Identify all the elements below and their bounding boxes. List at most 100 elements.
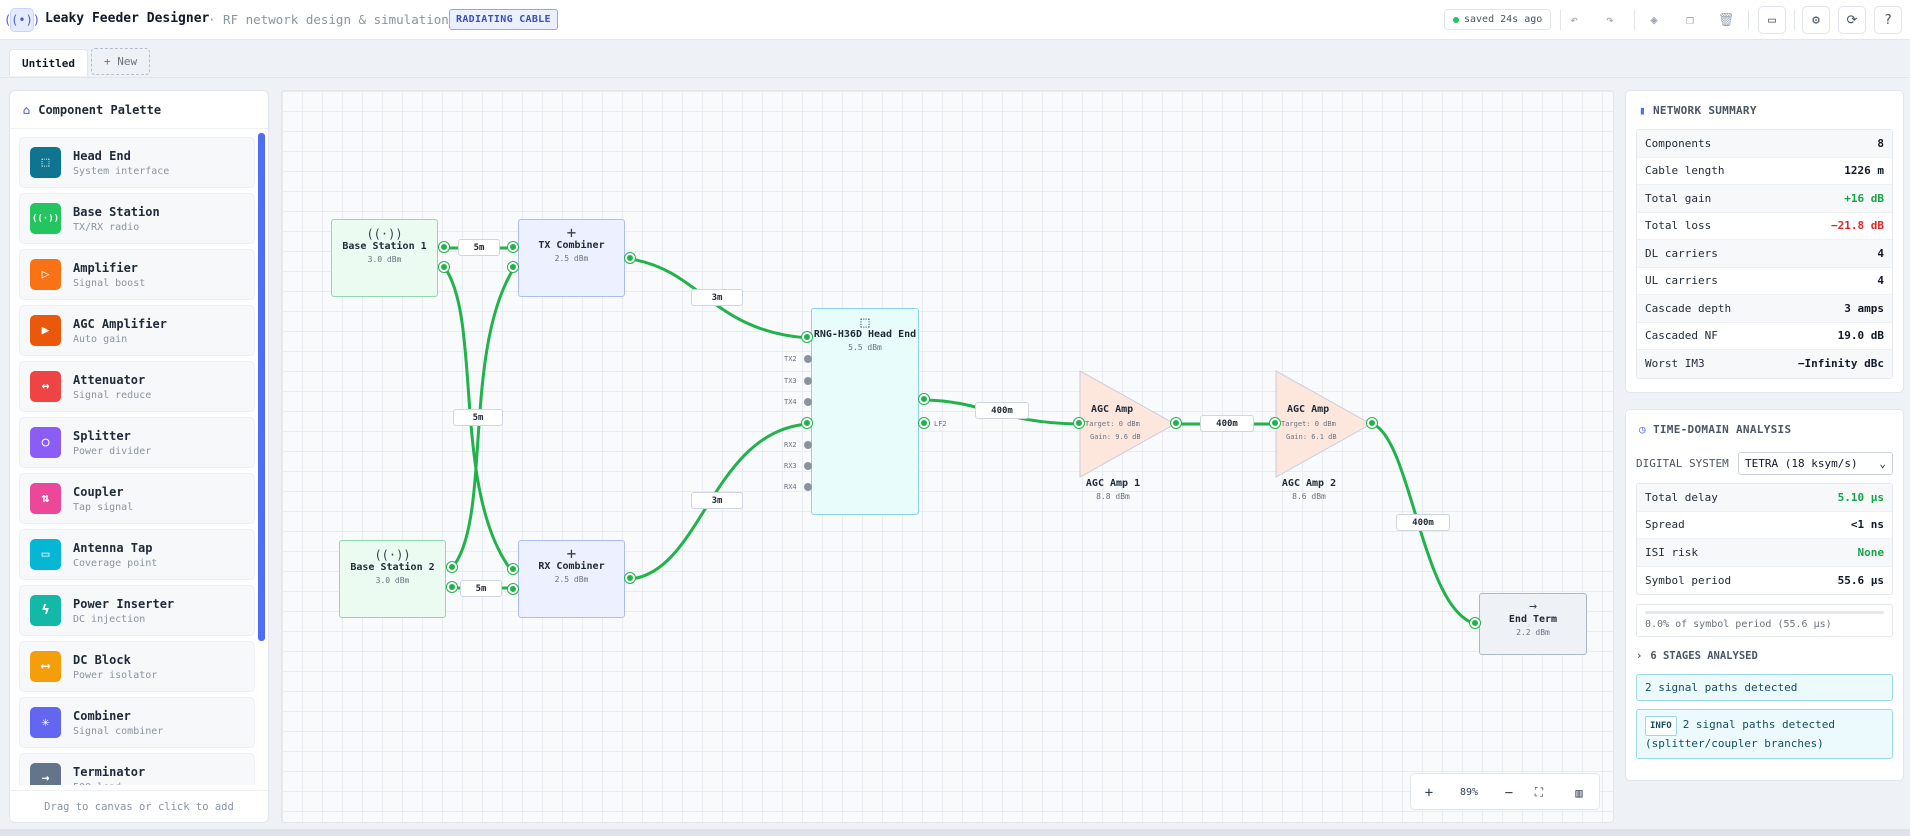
palette-item[interactable]: ○ Splitter Power divider [19,417,255,468]
digital-system-select[interactable]: TETRA (18 ksym/s) ⌄ [1738,451,1893,475]
node-rx-combiner[interactable]: + RX Combiner 2.5 dBm [518,540,625,618]
zoom-out-button[interactable]: − [1495,774,1523,811]
package-icon: ⌂ [23,102,31,117]
cable-length-label[interactable]: 400m [975,402,1029,419]
timedomain-title: TIME-DOMAIN ANALYSIS [1652,422,1792,436]
cable-length-label[interactable]: 5m [460,580,502,597]
chevron-right-icon: › [1636,650,1643,662]
stages-toggle[interactable]: › 6 STAGES ANALYSED [1636,642,1893,670]
row-value: 4 [1877,274,1884,288]
port-pin[interactable] [1367,418,1377,428]
save-status: saved 24s ago [1444,9,1552,30]
palette-item[interactable]: ⬚ Head End System interface [19,137,255,188]
palette-header: ⌂ Component Palette [10,91,268,129]
cable-length-label[interactable]: 400m [1396,514,1450,531]
port-pin[interactable] [804,441,812,449]
node-end-term[interactable]: → End Term 2.2 dBm [1479,593,1587,655]
port-pin[interactable] [1270,418,1280,428]
open-folder-button[interactable]: ▭ [1758,6,1786,34]
port-pin[interactable] [1171,418,1181,428]
port-pin[interactable] [802,418,812,428]
cable-length-label[interactable]: 3m [691,289,743,306]
design-canvas[interactable]: ((·)) Base Station 1 3.0 dBm + TX Combin… [281,90,1614,823]
zoom-in-button[interactable]: + [1415,774,1443,811]
row-label: Cascaded NF [1645,329,1718,343]
digital-system-value: TETRA (18 ksym/s) [1745,456,1858,470]
palette-item[interactable]: ✳ Combiner Signal combiner [19,697,255,748]
undo-button[interactable]: ↶ [1560,6,1588,34]
row-label: Total loss [1645,219,1712,233]
palette-item[interactable]: ⇅ Coupler Tap signal [19,473,255,524]
row-value: None [1857,545,1885,559]
power-inserter-icon: ϟ [30,595,61,626]
row-label: Cascade depth [1645,301,1732,315]
redo-button[interactable]: ↷ [1596,6,1624,34]
palette-item[interactable]: ▷ Amplifier Signal boost [19,249,255,300]
minimap-icon[interactable]: ▥ [1565,774,1593,811]
fit-view-icon[interactable]: ⛶ [1525,774,1553,811]
layers-button[interactable]: ◈ [1640,6,1668,34]
port-pin[interactable] [439,242,449,252]
timedomain-row: Total delay 5.10 µs [1637,484,1892,512]
port-pin[interactable] [447,582,457,592]
port-pin[interactable] [508,564,518,574]
radio-logo-icon: ((•)) [4,8,40,32]
summary-title: NETWORK SUMMARY [1652,103,1757,117]
port-pin[interactable] [804,377,812,385]
cable-length-label[interactable]: 5m [453,409,503,426]
amp-shape-label: AGC Amp [1091,404,1134,415]
port-pin[interactable] [625,573,635,583]
palette-item-desc: 50Ω load [73,782,145,786]
port-pin[interactable] [439,262,449,272]
node-head-end[interactable]: ⬚ RNG-H36D Head End 5.5 dBm [811,308,919,515]
port-pin[interactable] [1470,618,1480,628]
port-pin[interactable] [919,394,929,404]
palette-item[interactable]: ↔ Attenuator Signal reduce [19,361,255,412]
port-pin[interactable] [625,253,635,263]
timedomain-row: Spread <1 ns [1637,512,1892,539]
node-base-station-2[interactable]: ((·)) Base Station 2 3.0 dBm [339,540,446,618]
port-pin[interactable] [804,462,812,470]
palette-item[interactable]: ϟ Power Inserter DC injection [19,585,255,636]
palette-title: Component Palette [38,102,162,117]
node-power: 2.5 dBm [554,575,589,584]
chart-icon: ▮ [1639,103,1646,117]
info-notice: INFO 2 signal paths detected (splitter/co… [1636,709,1893,759]
node-title: RNG-H36D Head End [813,329,917,340]
delete-button[interactable]: 🗑 [1712,6,1740,34]
duplicate-button[interactable]: ❐ [1676,6,1704,34]
palette-item[interactable]: → Terminator 50Ω load [19,753,255,785]
port-label: TX4 [784,398,797,406]
signal-paths-notice: 2 signal paths detected [1636,674,1893,701]
cable-length-label[interactable]: 400m [1200,415,1254,432]
palette-scrollbar[interactable] [258,133,265,641]
port-pin[interactable] [1074,418,1084,428]
port-pin[interactable] [804,398,812,406]
palette-item[interactable]: ▭ Antenna Tap Coverage point [19,529,255,580]
port-pin[interactable] [802,332,812,342]
palette-item-name: Antenna Tap [73,540,153,555]
dc-block-icon: ⟷ [30,651,61,682]
tab-untitled[interactable]: Untitled [9,49,88,76]
port-pin[interactable] [508,262,518,272]
palette-item-desc: System interface [73,165,170,177]
port-pin[interactable] [447,562,457,572]
palette-item[interactable]: ⟷ DC Block Power isolator [19,641,255,692]
settings-button[interactable]: ⚙ [1802,6,1830,34]
refresh-button[interactable]: ⟳ [1838,6,1866,34]
port-pin[interactable] [804,355,812,363]
cable-length-label[interactable]: 5m [458,239,500,256]
new-tab-button[interactable]: + New [91,48,151,75]
port-pin[interactable] [508,584,518,594]
palette-item[interactable]: ((·)) Base Station TX/RX radio [19,193,255,244]
node-tx-combiner[interactable]: + TX Combiner 2.5 dBm [518,219,625,297]
palette-item[interactable]: ▶ AGC Amplifier Auto gain [19,305,255,356]
port-pin[interactable] [508,242,518,252]
port-pin[interactable] [804,483,812,491]
help-button[interactable]: ? [1874,6,1902,34]
amp-name: AGC Amp 2 [1281,478,1337,489]
port-pin[interactable] [919,418,929,428]
summary-table: Components 8 Cable length 1226 m Total gain +… [1636,129,1893,379]
cable-length-label[interactable]: 3m [691,492,743,509]
node-base-station-1[interactable]: ((·)) Base Station 1 3.0 dBm [331,219,438,297]
